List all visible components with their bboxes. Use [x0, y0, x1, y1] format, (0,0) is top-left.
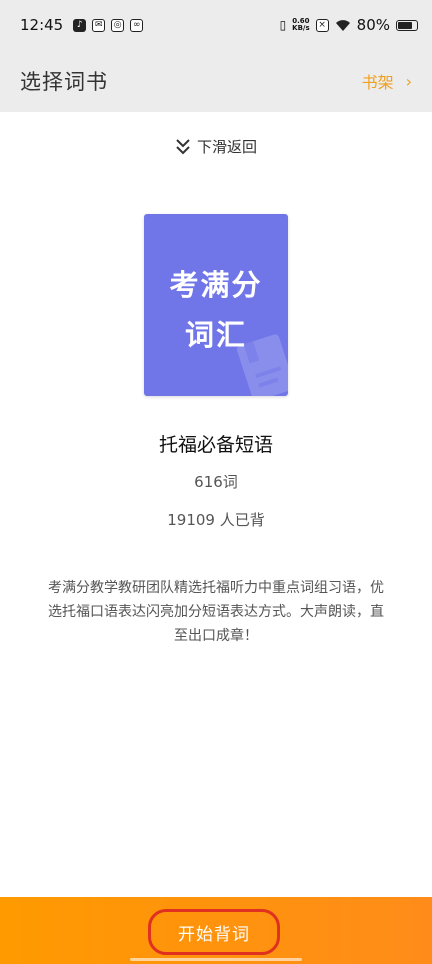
- app-icon: ◎: [111, 18, 125, 32]
- word-count: 616词: [194, 473, 238, 491]
- battery-icon: [396, 19, 418, 31]
- bookshelf-link[interactable]: 书架 ›: [362, 69, 412, 93]
- battery-percent: 80%: [356, 16, 390, 34]
- status-bar: 12:45 ♪ ✉ ◎ ∞ ▯ 0.60 KB/s × 80%: [0, 0, 432, 50]
- status-right: ▯ 0.60 KB/s × 80%: [280, 16, 418, 34]
- sim-off-icon: ×: [315, 18, 329, 32]
- home-indicator: [130, 958, 302, 961]
- cover-title-line1: 考满分: [169, 268, 263, 302]
- bookshelf-label: 书架: [361, 73, 394, 92]
- net-speed: 0.60 KB/s: [292, 18, 309, 32]
- net-speed-unit: KB/s: [292, 24, 310, 32]
- book-description: 考满分教学教研团队精选托福听力中重点词组习语，优选托福口语表达闪亮加分短语表达方…: [48, 580, 384, 644]
- start-learning-button[interactable]: 开始背词: [148, 909, 280, 955]
- swipe-back-label: 下滑返回: [196, 138, 257, 156]
- double-chevron-down-icon: [176, 138, 190, 154]
- status-time: 12:45: [20, 16, 64, 34]
- status-left: 12:45 ♪ ✉ ◎ ∞: [20, 16, 144, 34]
- tiktok-icon: ♪: [73, 18, 87, 32]
- swipe-back-button[interactable]: 下滑返回: [0, 136, 432, 157]
- mail-icon: ✉: [92, 18, 106, 32]
- book-title: 托福必备短语: [158, 434, 273, 456]
- wifi-icon: [335, 19, 350, 31]
- page-title: 选择词书: [20, 70, 108, 94]
- book-watermark-icon: [236, 334, 288, 396]
- link-icon: ∞: [130, 18, 144, 32]
- book-cover: 考满分 词汇: [144, 214, 288, 396]
- vibrate-icon: ▯: [279, 18, 287, 32]
- header: 选择词书 书架 ›: [0, 50, 432, 112]
- chevron-right-icon: ›: [405, 71, 412, 91]
- learner-count: 19109 人已背: [167, 511, 265, 529]
